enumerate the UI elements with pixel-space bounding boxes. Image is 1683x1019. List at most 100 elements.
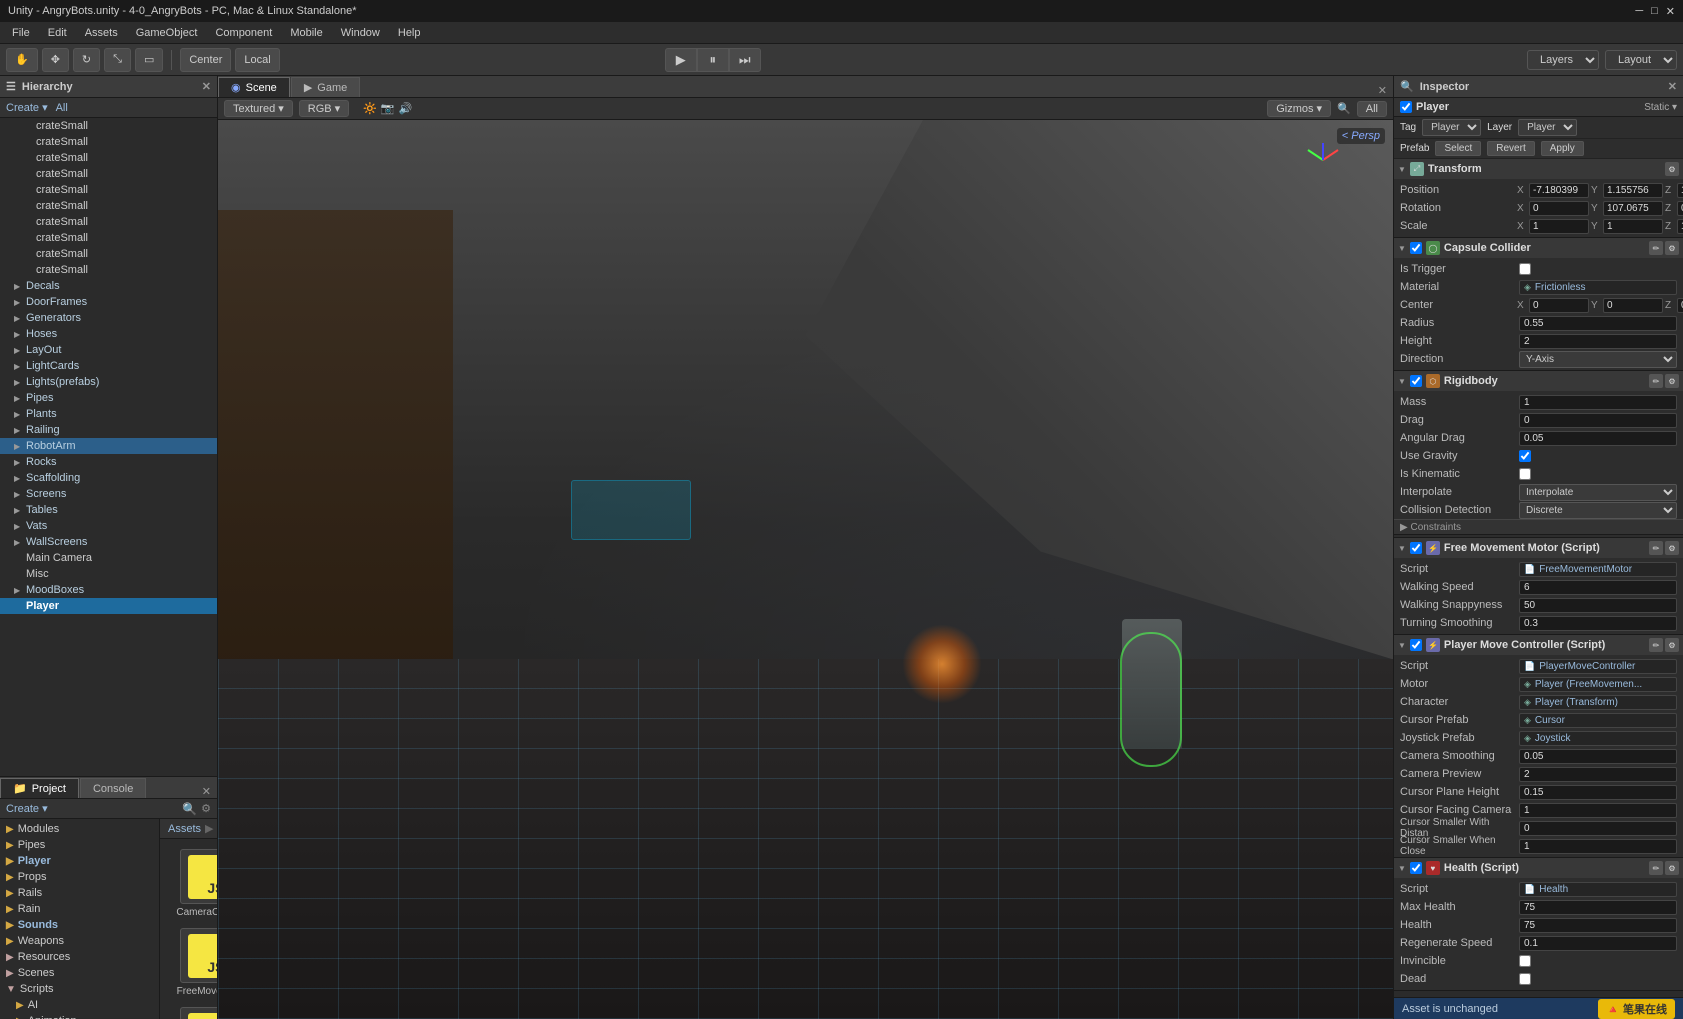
rotate-tool-btn[interactable]: ↻ [73, 48, 100, 72]
cursor-plane-height-input[interactable] [1519, 785, 1677, 800]
walking-snappyness-input[interactable] [1519, 598, 1677, 613]
pt-sounds[interactable]: ▶Sounds [0, 917, 159, 933]
list-item[interactable]: crateSmall [0, 214, 217, 230]
hierarchy-rocks[interactable]: ▶Rocks [0, 454, 217, 470]
hierarchy-moodboxes[interactable]: ▶MoodBoxes [0, 582, 217, 598]
pt-resources[interactable]: ▶Resources [0, 949, 159, 965]
hierarchy-close-btn[interactable]: ✕ [202, 80, 211, 93]
pos-y-input[interactable] [1603, 183, 1663, 198]
is-kinematic-checkbox[interactable] [1519, 468, 1531, 480]
free-movement-edit-btn[interactable]: ✏ [1649, 541, 1663, 555]
hierarchy-player[interactable]: Player [0, 598, 217, 614]
cursor-smaller-close-input[interactable] [1519, 839, 1677, 854]
tag-select[interactable]: Player [1422, 119, 1481, 136]
project-settings-icon[interactable]: ⚙ [201, 802, 211, 816]
list-item[interactable]: crateSmall [0, 198, 217, 214]
center-z-input[interactable] [1677, 298, 1683, 313]
apply-btn[interactable]: Apply [1541, 141, 1584, 156]
pos-z-input[interactable] [1677, 183, 1683, 198]
pt-player[interactable]: ▶Player [0, 853, 159, 869]
pt-rain[interactable]: ▶Rain [0, 901, 159, 917]
use-gravity-checkbox[interactable] [1519, 450, 1531, 462]
mass-input[interactable] [1519, 395, 1677, 410]
hierarchy-generators[interactable]: ▶Generators [0, 310, 217, 326]
pt-pipes[interactable]: ▶Pipes [0, 837, 159, 853]
textured-btn[interactable]: Textured ▾ [224, 100, 293, 117]
select-btn[interactable]: Select [1435, 141, 1481, 156]
hierarchy-vats[interactable]: ▶Vats [0, 518, 217, 534]
list-item[interactable]: crateSmall [0, 182, 217, 198]
hierarchy-hoses[interactable]: ▶Hoses [0, 326, 217, 342]
center-x-input[interactable] [1529, 298, 1589, 313]
hierarchy-tables[interactable]: ▶Tables [0, 502, 217, 518]
health-script-ref[interactable]: 📄 Health [1519, 882, 1677, 897]
pt-weapons[interactable]: ▶Weapons [0, 933, 159, 949]
pmc-edit-btn[interactable]: ✏ [1649, 638, 1663, 652]
hierarchy-screens[interactable]: ▶Screens [0, 486, 217, 502]
turning-smoothing-input[interactable] [1519, 616, 1677, 631]
hierarchy-scaffolding[interactable]: ▶Scaffolding [0, 470, 217, 486]
pmc-settings-btn[interactable]: ⚙ [1665, 638, 1679, 652]
height-input[interactable] [1519, 334, 1677, 349]
scene-view[interactable]: < Persp [218, 120, 1393, 1019]
pt-ai[interactable]: ▶AI [0, 997, 159, 1013]
inspector-close-btn[interactable]: ✕ [1668, 80, 1677, 93]
hierarchy-pipes[interactable]: ▶Pipes [0, 390, 217, 406]
tab-project[interactable]: 📁 Project [0, 778, 79, 798]
rigidbody-edit-btn[interactable]: ✏ [1649, 374, 1663, 388]
pmc-script-ref[interactable]: 📄 PlayerMoveController [1519, 659, 1677, 674]
cursor-smaller-distance-input[interactable] [1519, 821, 1677, 836]
rot-z-input[interactable] [1677, 201, 1683, 216]
menu-help[interactable]: Help [390, 25, 429, 41]
layout-dropdown[interactable]: Layout [1605, 50, 1677, 70]
transform-settings-btn[interactable]: ⚙ [1665, 162, 1679, 176]
capsule-collider-header[interactable]: ▼ ◯ Capsule Collider ✏ ⚙ [1394, 238, 1683, 258]
space-btn[interactable]: Local [235, 48, 279, 72]
layers-dropdown[interactable]: Layers [1527, 50, 1599, 70]
pivot-btn[interactable]: Center [180, 48, 231, 72]
health-header[interactable]: ▼ ♥ Health (Script) ✏ ⚙ [1394, 858, 1683, 878]
pos-x-input[interactable] [1529, 183, 1589, 198]
regenerate-speed-input[interactable] [1519, 936, 1677, 951]
rect-tool-btn[interactable]: ▭ [135, 48, 163, 72]
layer-select[interactable]: Player [1518, 119, 1577, 136]
cursor-prefab-ref[interactable]: ◈ Cursor [1519, 713, 1677, 728]
health-settings-btn[interactable]: ⚙ [1665, 861, 1679, 875]
pmc-active-checkbox[interactable] [1410, 639, 1422, 651]
angular-drag-input[interactable] [1519, 431, 1677, 446]
rigidbody-active-checkbox[interactable] [1410, 375, 1422, 387]
motor-ref[interactable]: ◈ Player (FreeMovemen... [1519, 677, 1677, 692]
scale-z-input[interactable] [1677, 219, 1683, 234]
project-close-btn[interactable]: ✕ [202, 785, 217, 798]
fm-script-ref[interactable]: 📄 FreeMovementMotor [1519, 562, 1677, 577]
scene-icon2[interactable]: 📷 [381, 102, 395, 115]
menu-gameobject[interactable]: GameObject [128, 25, 206, 41]
minimize-btn[interactable]: ─ [1635, 5, 1643, 18]
direction-select[interactable]: Y-Axis [1519, 351, 1677, 368]
breadcrumb-assets[interactable]: Assets [168, 823, 201, 835]
rigidbody-header[interactable]: ▼ ⬡ Rigidbody ✏ ⚙ [1394, 371, 1683, 391]
scene-icon1[interactable]: 🔆 [363, 102, 377, 115]
step-btn[interactable]: ⏭ [729, 48, 761, 72]
hierarchy-plants[interactable]: ▶Plants [0, 406, 217, 422]
cursor-facing-camera-input[interactable] [1519, 803, 1677, 818]
asset-cameracontroller[interactable]: CameraCon... [170, 849, 217, 918]
pt-modules[interactable]: ▶Modules [0, 821, 159, 837]
pt-scenes[interactable]: ▶Scenes [0, 965, 159, 981]
rgb-btn[interactable]: RGB ▾ [299, 100, 349, 117]
interpolate-select[interactable]: Interpolate [1519, 484, 1677, 501]
pause-btn[interactable]: ⏸ [697, 48, 729, 72]
hierarchy-robotarm[interactable]: ▶RobotArm [0, 438, 217, 454]
pt-scripts[interactable]: ▼Scripts [0, 981, 159, 997]
menu-assets[interactable]: Assets [77, 25, 126, 41]
scale-tool-btn[interactable]: ⤡ [104, 48, 131, 72]
tab-scene[interactable]: ◉ Scene [218, 77, 290, 97]
pt-rails[interactable]: ▶Rails [0, 885, 159, 901]
invincible-checkbox[interactable] [1519, 955, 1531, 967]
menu-edit[interactable]: Edit [40, 25, 75, 41]
list-item[interactable]: crateSmall [0, 118, 217, 134]
hierarchy-lightcards[interactable]: ▶LightCards [0, 358, 217, 374]
hierarchy-wallscreens[interactable]: ▶WallScreens [0, 534, 217, 550]
hierarchy-doorframes[interactable]: ▶DoorFrames [0, 294, 217, 310]
rot-x-input[interactable] [1529, 201, 1589, 216]
